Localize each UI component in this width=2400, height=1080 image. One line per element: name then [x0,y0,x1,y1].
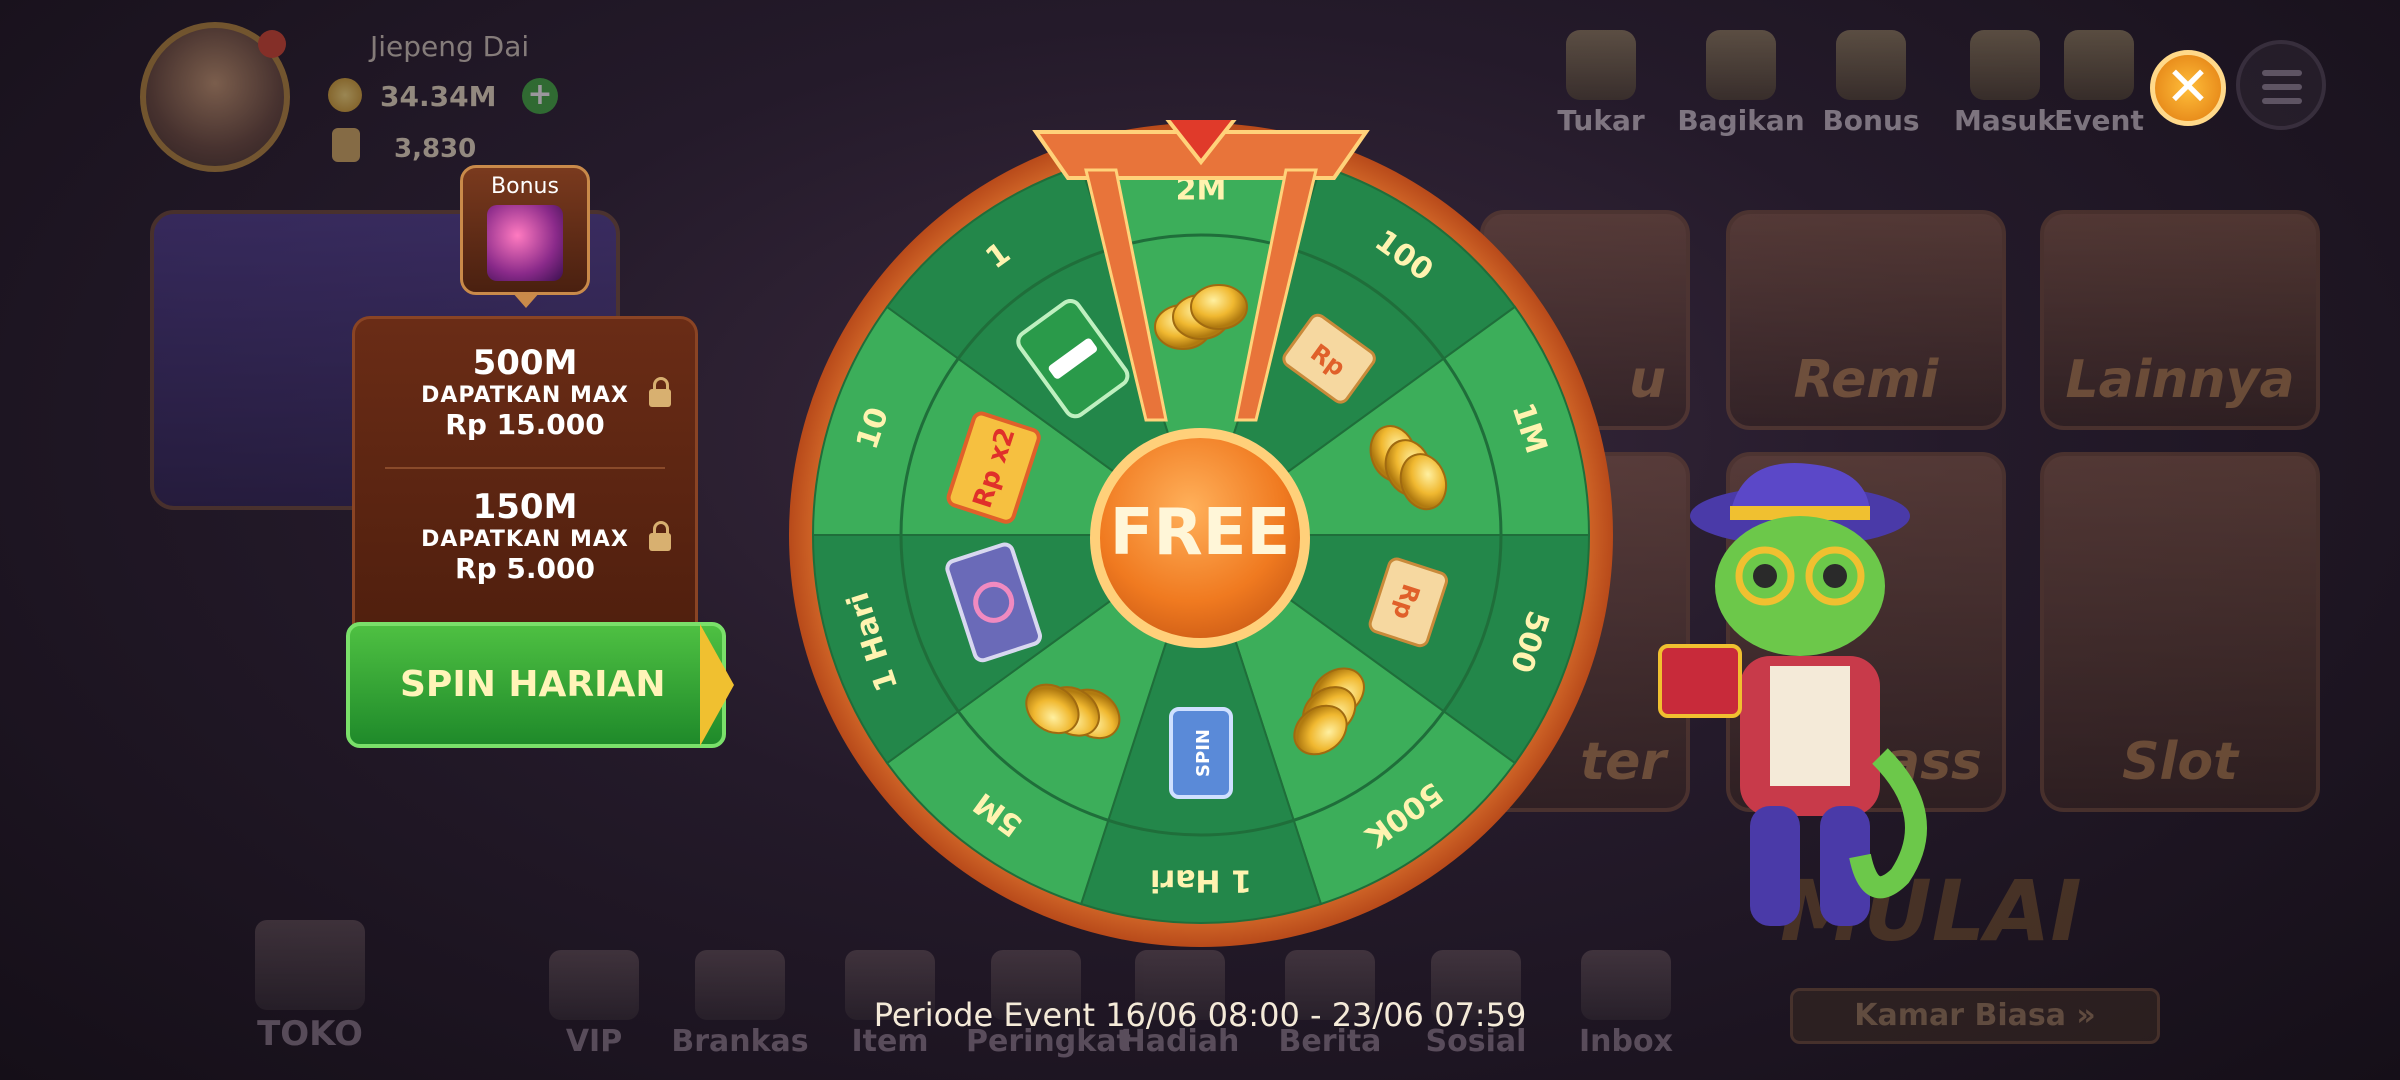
game-card-remi[interactable]: Remi [1726,210,2006,430]
gem-icon [332,128,360,162]
reward-rupiah: Rp 5.000 [455,552,595,585]
spin-harian-button[interactable]: SPIN HARIAN [346,622,726,748]
event-icon [2064,30,2134,100]
coin-balance: 34.34M [380,80,497,113]
arrow-right-icon [700,624,734,746]
top-menu-bagikan[interactable]: Bagikan [1676,30,1806,137]
top-menu-bonus[interactable]: Bonus [1816,30,1926,137]
event-period-text: Periode Event 16/06 08:00 - 23/06 07:59 [873,996,1527,1034]
lock-icon [649,521,671,551]
hamburger-menu-button[interactable] [2236,40,2326,130]
svg-text:SPIN: SPIN [1193,729,1214,777]
close-button[interactable]: ✕ [2150,50,2226,126]
add-coins-button[interactable]: + [522,78,558,114]
checkin-icon [1970,30,2040,100]
reward-rupiah: Rp 15.000 [445,408,605,441]
reward-amount: 150M [472,487,578,527]
coin-icon [328,78,362,112]
bonus-tab-label: Bonus [491,174,559,199]
game-card-slot[interactable]: Slot [2040,452,2320,812]
chameleon-mascot [1658,463,1927,926]
reward-subtitle: DAPATKAN MAX [421,383,629,408]
bonus-tab-pointer [512,292,540,308]
divider [385,467,665,469]
exchange-icon [1566,30,1636,100]
bonus-icon [1836,30,1906,100]
bonus-tab[interactable]: Bonus [460,165,590,295]
game-card-lainnya[interactable]: Lainnya [2040,210,2320,430]
free-spin-button[interactable]: FREE [1090,428,1310,648]
reward-subtitle: DAPATKAN MAX [421,527,629,552]
reward-tier-1: 500M DAPATKAN MAX Rp 15.000 [355,343,695,441]
top-menu-event[interactable]: Event [2044,30,2154,137]
lock-icon [649,377,671,407]
reward-tier-2: 150M DAPATKAN MAX Rp 5.000 [355,487,695,585]
gem-balance: 3,830 [394,134,477,164]
notification-dot [258,30,286,58]
wheel-segment-label: 1 Hari [1150,863,1252,898]
share-icon [1706,30,1776,100]
player-name: Jiepeng Dai [370,30,530,63]
bonus-game-icon [487,205,563,281]
spin-ticket-prize-icon: SPIN [1169,707,1233,799]
reward-amount: 500M [472,343,578,383]
